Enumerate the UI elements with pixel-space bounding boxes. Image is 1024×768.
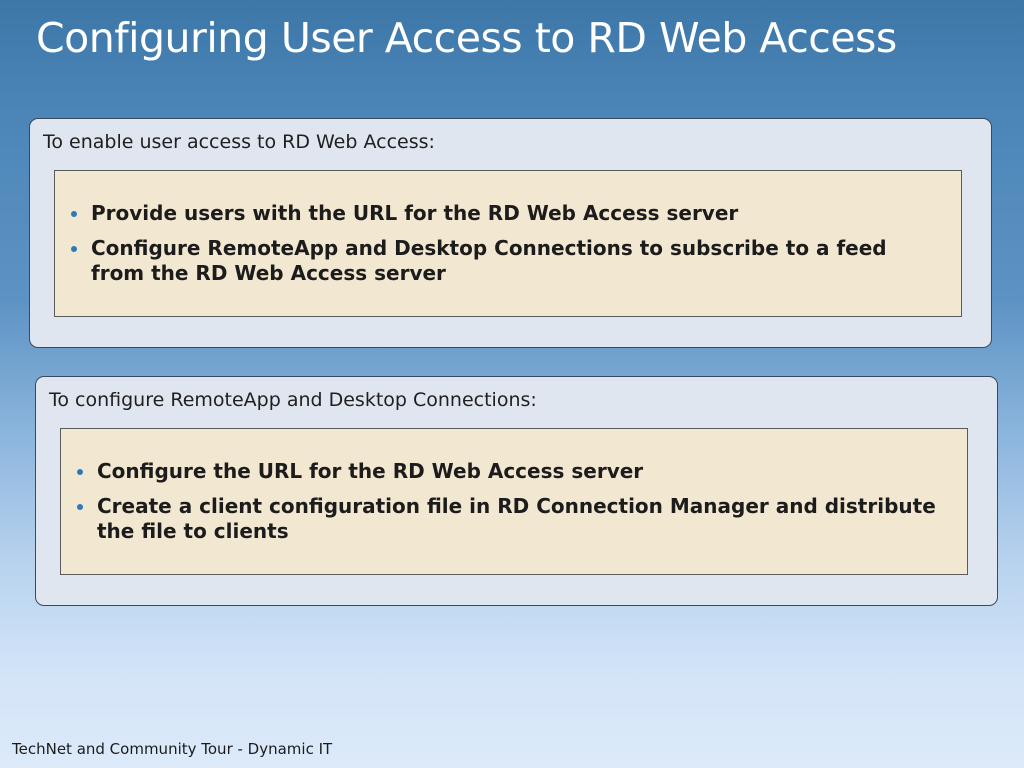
bullet-text: Configure RemoteApp and Desktop Connecti… <box>91 236 887 285</box>
bullet-list: Configure the URL for the RD Web Access … <box>73 459 951 554</box>
bullet-item: Provide users with the URL for the RD We… <box>67 201 945 226</box>
bullet-box: Configure the URL for the RD Web Access … <box>60 428 968 575</box>
bullet-text: Create a client configuration file in RD… <box>97 494 936 543</box>
slide-title: Configuring User Access to RD Web Access <box>36 14 897 62</box>
panel-intro: To configure RemoteApp and Desktop Conne… <box>49 389 537 411</box>
panel-enable-user-access: To enable user access to RD Web Access: … <box>29 118 992 348</box>
bullet-icon <box>71 211 77 217</box>
bullet-text: Provide users with the URL for the RD We… <box>91 201 739 225</box>
bullet-box: Provide users with the URL for the RD We… <box>54 170 962 317</box>
bullet-list: Provide users with the URL for the RD We… <box>67 201 945 296</box>
panel-configure-remoteapp: To configure RemoteApp and Desktop Conne… <box>35 376 998 606</box>
bullet-icon <box>77 504 83 510</box>
bullet-item: Configure RemoteApp and Desktop Connecti… <box>67 236 945 286</box>
bullet-icon <box>77 469 83 475</box>
bullet-item: Configure the URL for the RD Web Access … <box>73 459 951 484</box>
panel-intro: To enable user access to RD Web Access: <box>43 131 435 153</box>
slide-footer: TechNet and Community Tour - Dynamic IT <box>12 740 333 758</box>
bullet-text: Configure the URL for the RD Web Access … <box>97 459 644 483</box>
bullet-item: Create a client configuration file in RD… <box>73 494 951 544</box>
bullet-icon <box>71 246 77 252</box>
